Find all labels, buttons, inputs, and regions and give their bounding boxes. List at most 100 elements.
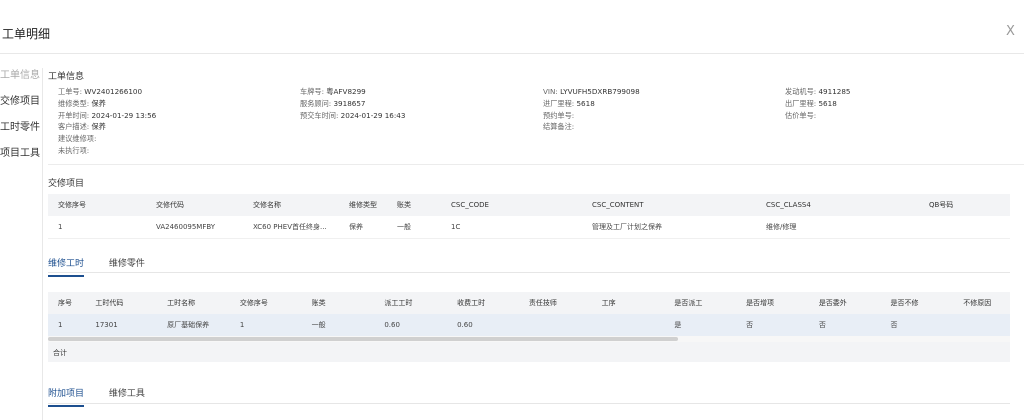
- field-label: 客户描述:: [58, 122, 90, 132]
- labor-total-row: 合计: [48, 342, 1010, 362]
- total-label: 合计: [53, 349, 67, 357]
- plate-value: 粤AFV8299: [326, 87, 366, 96]
- info-column-3: VIN: LYVUFH5DXRB799098 进厂里程: 5618 预约单号: …: [543, 86, 640, 133]
- sidebar-item-project-tools[interactable]: 项目工具: [0, 146, 44, 172]
- column-header: 序号: [48, 292, 86, 314]
- column-header: QB号码: [919, 194, 1010, 216]
- table-header-row: 交修序号 交修代码 交修名称 维修类型 账类 CSC_CODE CSC_CONT…: [48, 194, 1010, 216]
- table-cell: [919, 216, 1010, 239]
- column-header: CSC_CONTENT: [582, 194, 756, 216]
- sidebar-item-repair-items[interactable]: 交修项目: [0, 94, 44, 120]
- table-cell: 一般: [301, 314, 375, 337]
- repair-items-section-title: 交修项目: [48, 179, 85, 189]
- dialog-title: 工单明细: [2, 27, 51, 41]
- column-header: 是否增项: [736, 292, 809, 314]
- field-label: 预交车时间:: [300, 110, 339, 120]
- table-cell: 否: [736, 314, 809, 337]
- table-row[interactable]: 1 VA2460095MFBY XC60 PHEV首任终身... 保养 一般 1…: [48, 216, 1010, 239]
- column-header: 工序: [591, 292, 665, 314]
- labor-parts-tabs: 维修工时 维修零件: [48, 256, 167, 277]
- field-label: 预约单号:: [543, 110, 575, 120]
- table-cell: XC60 PHEV首任终身...: [243, 216, 339, 239]
- column-header: CSC_CLASS4: [756, 194, 919, 216]
- work-order-section-title: 工单信息: [48, 72, 85, 82]
- table-cell: 原厂基础保养: [157, 314, 230, 337]
- field-label: 开单时间:: [58, 110, 90, 120]
- column-header: 是否不修: [880, 292, 954, 314]
- sidebar-nav: 工单信息 交修项目 工时零件 项目工具: [0, 68, 44, 172]
- column-header: 交修代码: [146, 194, 243, 216]
- field-label: VIN:: [543, 87, 558, 96]
- table-cell: 0.60: [374, 314, 448, 337]
- field-label: 发动机号:: [785, 87, 817, 96]
- customer-desc-value: 保养: [91, 122, 106, 132]
- table-row[interactable]: 1 17301 原厂基础保养 1 一般 0.60 0.60 是 否 否 否: [48, 314, 1010, 337]
- table-cell: 一般: [387, 216, 441, 239]
- column-header: 交修序号: [48, 194, 146, 216]
- column-header: 交修序号: [229, 292, 302, 314]
- column-header: 维修类型: [339, 194, 387, 216]
- table-cell: [591, 314, 665, 337]
- field-label: 服务顾问:: [300, 98, 332, 108]
- table-cell: VA2460095MFBY: [146, 216, 243, 239]
- table-cell: 1: [229, 314, 302, 337]
- table-cell: 1: [48, 216, 146, 239]
- repair-items-table: 交修序号 交修代码 交修名称 维修类型 账类 CSC_CODE CSC_CONT…: [48, 194, 1010, 239]
- table-cell: 0.60: [447, 314, 519, 337]
- table-cell: 维修/修理: [756, 216, 919, 239]
- column-header: 账类: [301, 292, 375, 314]
- field-label: 车牌号:: [300, 87, 324, 96]
- info-column-1: 工单号: WV2401266100 维修类型: 保养 开单时间: 2024-01…: [58, 86, 156, 157]
- horizontal-scrollbar-thumb[interactable]: [48, 337, 678, 341]
- open-time-value: 2024-01-29 13:56: [91, 110, 157, 120]
- close-icon[interactable]: X: [1006, 24, 1015, 39]
- sidebar-item-work-order-info[interactable]: 工单信息: [0, 68, 44, 94]
- table-cell: 管理及工厂计划之保养: [582, 216, 756, 239]
- table-cell: 保养: [339, 216, 387, 239]
- section-divider: [48, 164, 1024, 165]
- table-cell: 否: [808, 314, 881, 337]
- table-cell: 1: [48, 314, 86, 337]
- table-cell: [518, 314, 592, 337]
- tab-labor-hours[interactable]: 维修工时: [48, 256, 85, 277]
- vin-value: LYVUFH5DXRB799098: [560, 87, 640, 96]
- info-column-2: 车牌号: 粤AFV8299 服务顾问: 3918657 预交车时间: 2024-…: [300, 86, 405, 121]
- column-header: 收费工时: [447, 292, 519, 314]
- column-header: 工时代码: [85, 292, 158, 314]
- order-no-value: WV2401266100: [84, 87, 143, 96]
- maint-type-value: 保养: [91, 98, 106, 108]
- sidebar-item-labor-parts[interactable]: 工时零件: [0, 120, 44, 146]
- column-header: 账类: [387, 194, 441, 216]
- table-cell: 否: [880, 314, 954, 337]
- column-header: 交修名称: [243, 194, 339, 216]
- field-label: 进厂里程:: [543, 98, 575, 108]
- field-label: 结算备注:: [543, 122, 575, 132]
- out-mileage-value: 5618: [818, 98, 837, 108]
- tab-underline: [48, 272, 1010, 273]
- advisor-value: 3918657: [333, 98, 366, 108]
- column-header: CSC_CODE: [441, 194, 582, 216]
- column-header: 是否委外: [808, 292, 881, 314]
- table-cell: [953, 314, 1010, 337]
- field-label: 估价单号:: [785, 110, 817, 120]
- sidebar-divider: [42, 68, 43, 420]
- column-header: 工时名称: [157, 292, 230, 314]
- field-label: 工单号:: [58, 87, 82, 96]
- tab-underline: [48, 403, 1010, 404]
- table-header-row: 序号 工时代码 工时名称 交修序号 账类 派工工时 收费工时 责任技师 工序 是…: [48, 292, 1010, 314]
- field-label: 维修类型:: [58, 98, 90, 108]
- field-label: 出厂里程:: [785, 98, 817, 108]
- in-mileage-value: 5618: [576, 98, 595, 108]
- column-header: 不修原因: [953, 292, 1010, 314]
- table-cell: 17301: [85, 314, 158, 337]
- info-column-4: 发动机号: 4911285 出厂里程: 5618 估价单号:: [785, 86, 851, 121]
- pickup-value: 2024-01-29 16:43: [340, 110, 406, 120]
- column-header: 责任技师: [518, 292, 592, 314]
- field-label: 建议维修项:: [58, 134, 97, 144]
- labor-table: 序号 工时代码 工时名称 交修序号 账类 派工工时 收费工时 责任技师 工序 是…: [48, 292, 1010, 337]
- table-cell: 1C: [441, 216, 582, 239]
- column-header: 是否派工: [664, 292, 737, 314]
- table-cell: 是: [664, 314, 737, 337]
- field-label: 未执行项:: [58, 145, 90, 155]
- engine-value: 4911285: [818, 87, 851, 96]
